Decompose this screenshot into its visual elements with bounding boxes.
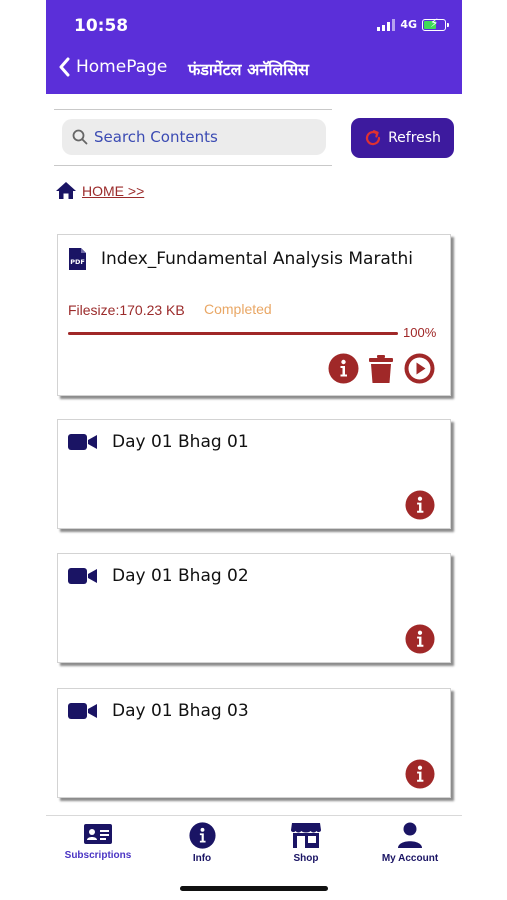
divider — [54, 109, 332, 110]
content-card[interactable]: Day 01 Bhag 02 — [57, 553, 451, 663]
nav-label: My Account — [381, 853, 439, 864]
card-title: Index_Fundamental Analysis Marathi — [101, 249, 414, 269]
nav-label: Shop — [293, 853, 319, 864]
download-status: Completed — [204, 301, 272, 317]
card-header: Day 01 Bhag 01 — [68, 432, 249, 452]
nav-subscriptions[interactable]: Subscriptions — [46, 822, 150, 861]
divider — [54, 165, 332, 166]
network-label: 4G — [400, 18, 417, 31]
card-title: Day 01 Bhag 02 — [112, 566, 249, 586]
info-icon — [188, 822, 216, 849]
status-time: 10:58 — [74, 16, 129, 36]
bottom-nav-divider — [46, 815, 462, 816]
card-title: Day 01 Bhag 01 — [112, 432, 249, 452]
search-input[interactable] — [94, 128, 304, 146]
refresh-button[interactable]: Refresh — [351, 118, 454, 158]
battery-icon: ⚡ — [422, 17, 449, 31]
breadcrumb: HOME >> — [55, 181, 144, 200]
play-icon[interactable] — [404, 353, 435, 384]
page-title: फंडामेंटल अनॅलिसिस — [188, 60, 309, 79]
search-box[interactable] — [62, 119, 326, 155]
card-header: PDF Index_Fundamental Analysis Marathi — [68, 247, 413, 271]
home-icon[interactable] — [55, 181, 77, 200]
nav-info[interactable]: Info — [150, 822, 254, 864]
app-header: 10:58 4G ⚡ HomePage फंडामेंटल अनॅलिसिस — [46, 0, 462, 94]
card-header: Day 01 Bhag 02 — [68, 566, 249, 586]
back-label: HomePage — [76, 57, 168, 77]
content-card[interactable]: Day 01 Bhag 03 — [57, 688, 451, 798]
app-screen: 10:58 4G ⚡ HomePage फंडामेंटल अनॅलिसिस S… — [46, 0, 462, 900]
svg-text:PDF: PDF — [70, 258, 85, 266]
nav-label: Info — [192, 853, 212, 864]
file-size: Filesize:170.23 KB — [68, 302, 185, 318]
info-icon[interactable] — [405, 759, 435, 789]
status-indicators: 4G ⚡ — [377, 17, 449, 31]
store-icon — [291, 823, 321, 848]
nav-shop[interactable]: Shop — [254, 822, 358, 864]
chevron-left-icon — [59, 57, 70, 77]
user-icon — [398, 822, 422, 848]
signal-icon — [377, 18, 396, 31]
nav-label: Subscriptions — [64, 850, 132, 861]
info-icon[interactable] — [405, 624, 435, 654]
nav-my-account[interactable]: My Account — [358, 822, 462, 864]
back-button[interactable]: HomePage — [58, 57, 167, 77]
download-progress-fill — [68, 332, 398, 335]
info-icon[interactable] — [328, 353, 359, 384]
search-icon — [72, 129, 88, 145]
card-title: Day 01 Bhag 03 — [112, 701, 249, 721]
content-card[interactable]: PDF Index_Fundamental Analysis Marathi F… — [57, 234, 451, 396]
home-indicator — [180, 886, 328, 891]
id-card-icon — [84, 824, 112, 844]
content-card[interactable]: Day 01 Bhag 01 — [57, 419, 451, 529]
info-icon[interactable] — [405, 490, 435, 520]
refresh-label: Refresh — [388, 130, 441, 146]
pdf-icon: PDF — [69, 248, 86, 270]
trash-icon[interactable] — [368, 354, 394, 384]
progress-percent: 100% — [403, 325, 437, 340]
video-camera-icon — [68, 568, 97, 584]
video-camera-icon — [68, 434, 97, 450]
card-header: Day 01 Bhag 03 — [68, 701, 249, 721]
breadcrumb-home-link[interactable]: HOME >> — [82, 183, 144, 199]
refresh-icon — [366, 130, 381, 146]
download-progress-bar — [68, 332, 398, 335]
video-camera-icon — [68, 703, 97, 719]
